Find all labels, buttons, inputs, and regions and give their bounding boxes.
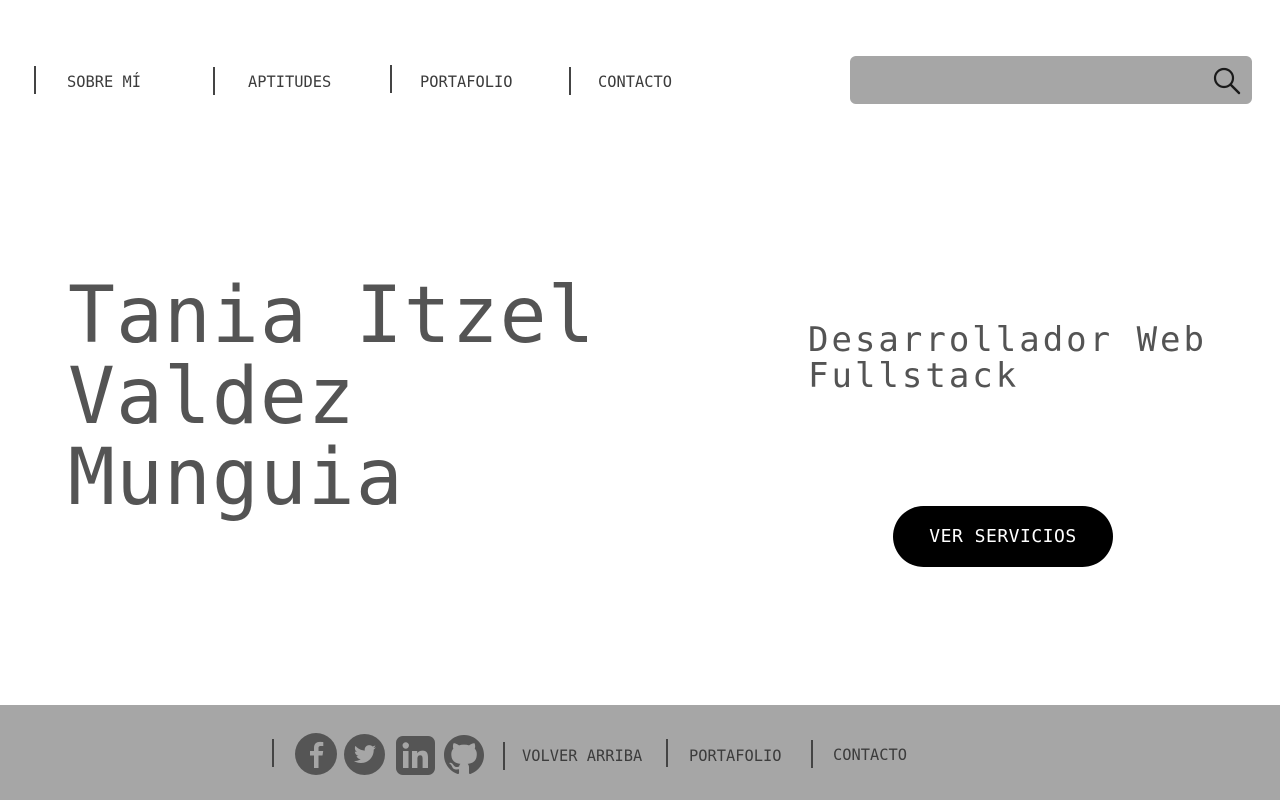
nav-separator [569, 67, 571, 95]
search-icon[interactable] [1212, 66, 1242, 96]
nav-item-contacto[interactable]: CONTACTO [598, 72, 672, 91]
nav-item-sobre-mi[interactable]: SOBRE MÍ [67, 72, 141, 91]
github-icon[interactable] [444, 735, 484, 775]
hero-name-line: Valdez [68, 352, 356, 442]
page: SOBRE MÍ APTITUDES PORTAFOLIO CONTACTO T… [0, 0, 1280, 800]
footer-separator [666, 739, 668, 767]
nav-separator [390, 65, 392, 93]
hero-role-line: Fullstack [808, 356, 1020, 396]
facebook-icon[interactable] [295, 733, 337, 775]
nav-separator [213, 67, 215, 95]
footer-link-portafolio[interactable]: PORTAFOLIO [689, 746, 781, 765]
nav-item-portafolio[interactable]: PORTAFOLIO [420, 72, 512, 91]
search-bar [850, 56, 1252, 106]
hero-name-line: Munguia [68, 433, 404, 523]
ver-servicios-button[interactable]: VER SERVICIOS [893, 506, 1113, 567]
footer: VOLVER ARRIBA PORTAFOLIO CONTACTO [0, 705, 1280, 800]
hero-role-line: Desarrollador Web [808, 320, 1207, 360]
linkedin-icon[interactable] [396, 736, 435, 775]
twitter-icon[interactable] [344, 734, 385, 775]
hero-name-line: Tania Itzel [68, 271, 596, 361]
footer-link-contacto[interactable]: CONTACTO [833, 745, 907, 764]
footer-separator [503, 742, 505, 770]
footer-separator [272, 739, 274, 767]
hero-name: Tania Itzel Valdez Munguia [68, 276, 596, 519]
footer-separator [811, 740, 813, 768]
hero-role: Desarrollador Web Fullstack [808, 322, 1207, 394]
search-input[interactable] [864, 56, 1198, 106]
nav-item-aptitudes[interactable]: APTITUDES [248, 72, 331, 91]
footer-link-volver-arriba[interactable]: VOLVER ARRIBA [522, 746, 642, 765]
nav-separator [34, 66, 36, 94]
